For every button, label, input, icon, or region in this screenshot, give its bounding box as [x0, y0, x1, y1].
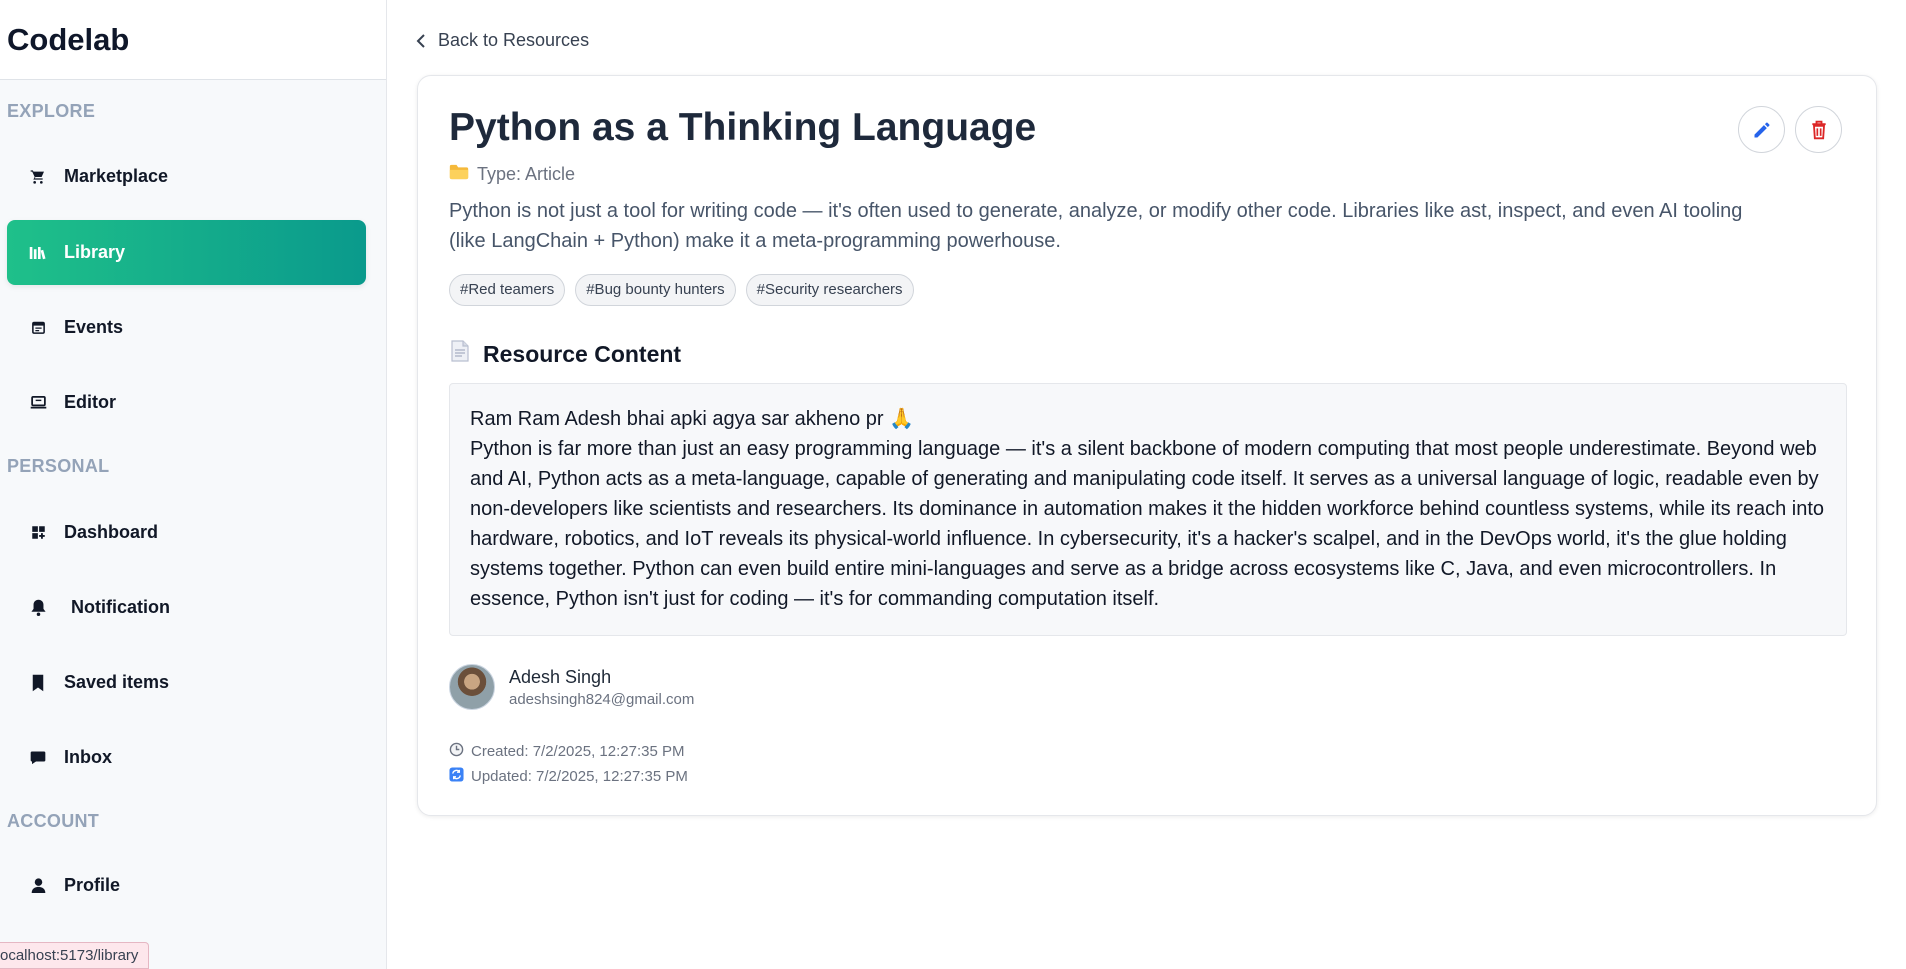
folder-icon — [449, 164, 469, 185]
tag-chip[interactable]: #Red teamers — [449, 274, 566, 306]
cart-icon — [27, 166, 49, 188]
clock-icon — [449, 742, 464, 761]
updated-timestamp: Updated: 7/2/2025, 12:27:35 PM — [449, 767, 688, 786]
edit-button[interactable] — [1738, 106, 1785, 153]
sidebar-item-label: Inbox — [64, 747, 112, 767]
type-label: Type: Article — [477, 164, 576, 184]
resource-title: Python as a Thinking Language — [449, 106, 1037, 149]
chevron-left-icon — [416, 33, 425, 48]
trash-icon — [1811, 120, 1826, 139]
resource-type: Type: Article — [449, 164, 575, 185]
sidebar-item-profile[interactable]: Profile — [7, 853, 366, 918]
sidebar-item-label: Profile — [64, 875, 121, 895]
pencil-icon — [1754, 122, 1769, 137]
app-root: Codelab EXPLORE Marketplace Library Even… — [0, 0, 1906, 969]
content-greeting: Ram Ram Adesh bhai apki agya sar akheno … — [470, 408, 915, 430]
created-timestamp: Created: 7/2/2025, 12:27:35 PM — [449, 742, 684, 761]
content-heading-label: Resource Content — [483, 340, 682, 367]
resource-content-heading: Resource Content — [451, 340, 681, 368]
sidebar-item-dashboard[interactable]: Dashboard — [7, 500, 366, 565]
resource-description: Python is not just a tool for writing co… — [449, 200, 1743, 252]
calendar-icon — [27, 317, 49, 339]
sidebar-item-label: Events — [64, 317, 124, 337]
section-label-explore: EXPLORE — [7, 101, 96, 121]
bell-icon — [27, 597, 49, 619]
sidebar-item-label: Dashboard — [64, 522, 159, 542]
sidebar: Codelab EXPLORE Marketplace Library Even… — [0, 0, 387, 969]
main-content: Back to Resources Python as a Thinking L… — [388, 0, 1906, 969]
document-icon — [451, 340, 469, 368]
delete-button[interactable] — [1795, 106, 1842, 153]
bookmark-icon — [27, 672, 49, 694]
updated-label: Updated: 7/2/2025, 12:27:35 PM — [471, 768, 688, 785]
back-label: Back to Resources — [438, 30, 590, 50]
author-info: Adesh Singh adeshsingh824@gmail.com — [449, 664, 694, 710]
content-paragraph: Python is far more than just an easy pro… — [470, 438, 1825, 610]
tag-chip[interactable]: #Bug bounty hunters — [575, 274, 736, 306]
sidebar-item-label: Saved items — [64, 672, 170, 692]
refresh-icon — [449, 767, 464, 786]
section-label-account: ACCOUNT — [7, 811, 100, 831]
library-books-icon — [27, 242, 49, 264]
sidebar-item-label: Notification — [71, 597, 170, 617]
sidebar-item-notification[interactable]: Notification — [7, 575, 366, 640]
sidebar-item-label: Library — [64, 242, 126, 262]
status-url-chip: ocalhost:5173/library — [0, 942, 150, 969]
sidebar-item-events[interactable]: Events — [7, 295, 366, 360]
user-icon — [27, 875, 49, 897]
section-label-personal: PERSONAL — [7, 456, 110, 476]
sidebar-item-editor[interactable]: Editor — [7, 370, 366, 435]
tag-chip[interactable]: #Security researchers — [745, 274, 914, 306]
created-label: Created: 7/2/2025, 12:27:35 PM — [471, 743, 685, 760]
avatar[interactable] — [449, 664, 495, 710]
sidebar-item-library[interactable]: Library — [7, 220, 366, 285]
resource-content-body: Ram Ram Adesh bhai apki agya sar akheno … — [449, 383, 1847, 636]
author-name: Adesh Singh — [509, 666, 612, 687]
brand-logo[interactable]: Codelab — [0, 0, 386, 80]
dashboard-grid-icon — [27, 522, 49, 544]
sidebar-item-label: Editor — [64, 392, 116, 412]
laptop-code-icon — [27, 392, 49, 414]
sidebar-item-saved-items[interactable]: Saved items — [7, 650, 366, 715]
author-email: adeshsingh824@gmail.com — [509, 690, 695, 708]
chat-bubble-icon — [27, 747, 49, 769]
sidebar-item-inbox[interactable]: Inbox — [7, 725, 366, 790]
back-to-resources-link[interactable]: Back to Resources — [416, 30, 589, 51]
sidebar-item-label: Marketplace — [64, 166, 169, 186]
sidebar-item-marketplace[interactable]: Marketplace — [7, 144, 366, 209]
resource-card: Python as a Thinking Language Type: Arti… — [417, 75, 1877, 816]
tag-list: #Red teamers #Bug bounty hunters #Securi… — [449, 274, 914, 306]
